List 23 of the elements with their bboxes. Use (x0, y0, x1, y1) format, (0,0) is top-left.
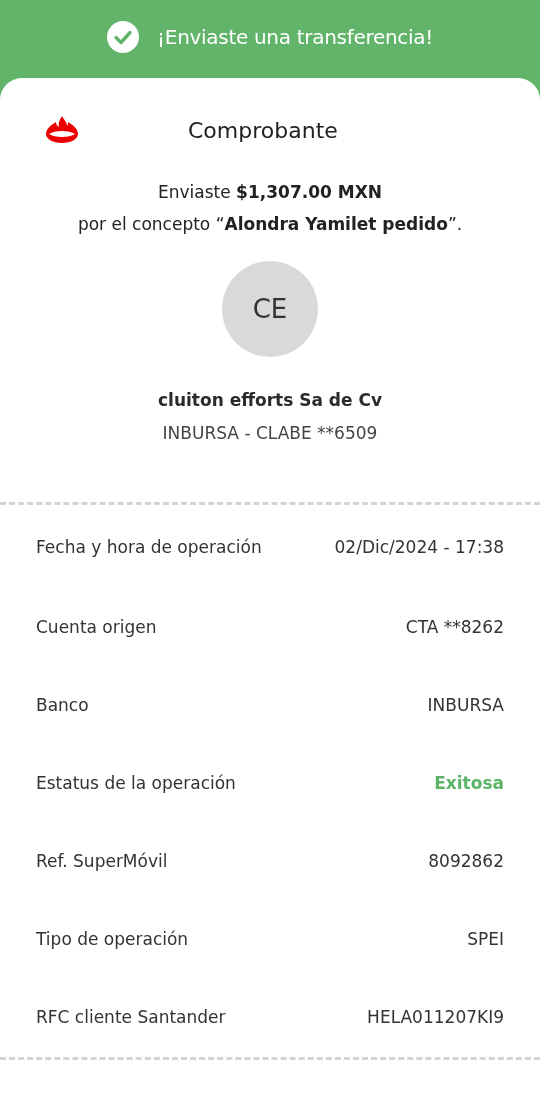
detail-label: Cuenta origen (36, 617, 157, 637)
detail-label: Fecha y hora de operación (36, 537, 262, 557)
summary-text: por el concepto “Alondra Yamilet pedido”. (77, 213, 463, 236)
receipt-title: Comprobante (188, 117, 338, 143)
detail-label: Tipo de operación (36, 929, 189, 949)
recipient-name: cluiton efforts Sa de Cv (158, 390, 382, 410)
detail-label: RFC cliente Santander (36, 1007, 226, 1027)
flame-logo-icon (46, 116, 78, 144)
detail-value: 02/Dic/2024 - 17:38 (334, 537, 504, 557)
check-circle-icon (107, 21, 140, 53)
status-value: Exitosa (434, 773, 504, 793)
detail-value: CTA **8262 (405, 617, 504, 637)
detail-value: SPEI (467, 929, 504, 949)
detail-label: Estatus de la operación (36, 773, 236, 793)
detail-value: 8092862 (428, 851, 504, 871)
detail-label: Ref. SuperMóvil (36, 851, 168, 871)
recipient-account: INBURSA - CLABE **6509 (162, 423, 378, 443)
detail-value: INBURSA (427, 695, 504, 715)
banner-title: ¡Enviaste una transferencia! (157, 25, 433, 49)
detail-value: HELA011207KI9 (367, 1007, 504, 1027)
detail-label: Banco (36, 695, 89, 715)
avatar: CE (222, 261, 318, 357)
summary-text: Enviaste $1,307.00 MXN (158, 181, 382, 204)
